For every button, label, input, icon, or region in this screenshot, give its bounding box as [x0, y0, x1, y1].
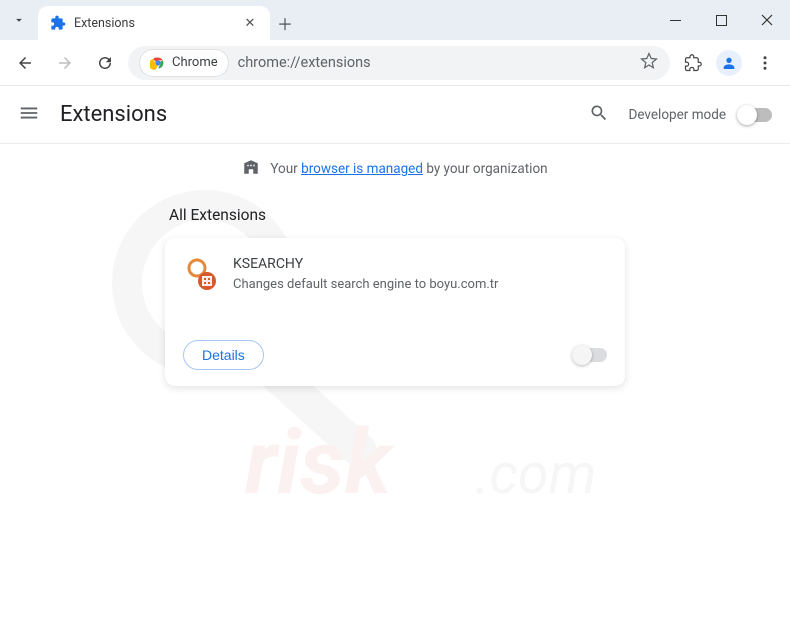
- address-bar[interactable]: Chrome chrome://extensions: [128, 46, 670, 80]
- close-tab-button[interactable]: ✕: [242, 16, 258, 31]
- search-extensions-button[interactable]: [589, 103, 609, 127]
- site-chip[interactable]: Chrome: [140, 50, 228, 76]
- minimize-button[interactable]: [652, 0, 698, 40]
- svg-text:risk: risk: [245, 410, 396, 515]
- browser-tab[interactable]: Extensions ✕: [38, 6, 270, 40]
- developer-mode-toggle[interactable]: [738, 108, 772, 122]
- developer-mode-label: Developer mode: [629, 107, 727, 123]
- profile-avatar-icon: [716, 50, 742, 76]
- extension-icon: [183, 256, 219, 292]
- title-bar: Extensions ✕ ＋: [0, 0, 790, 40]
- extension-enable-toggle[interactable]: [573, 348, 607, 362]
- tab-search-button[interactable]: [0, 0, 38, 40]
- building-icon: [242, 158, 260, 180]
- bookmark-star-icon[interactable]: [640, 52, 658, 74]
- site-chip-label: Chrome: [172, 55, 218, 70]
- browser-toolbar: Chrome chrome://extensions: [0, 40, 790, 86]
- back-button[interactable]: [8, 46, 42, 80]
- managed-text: Your browser is managed by your organiza…: [270, 161, 547, 177]
- svg-text:.com: .com: [475, 441, 596, 507]
- page-title: Extensions: [60, 102, 167, 127]
- details-button[interactable]: Details: [183, 340, 264, 370]
- page-header: Extensions Developer mode: [0, 86, 790, 144]
- extensions-menu-button[interactable]: [676, 46, 710, 80]
- extension-name: KSEARCHY: [233, 256, 498, 272]
- hamburger-menu-button[interactable]: [18, 102, 40, 128]
- tab-title: Extensions: [74, 16, 234, 31]
- page-content: Your browser is managed by your organiza…: [0, 144, 790, 386]
- browser-menu-button[interactable]: [748, 46, 782, 80]
- reload-button[interactable]: [88, 46, 122, 80]
- developer-mode-row: Developer mode: [629, 107, 773, 123]
- new-tab-button[interactable]: ＋: [270, 6, 300, 40]
- profile-button[interactable]: [712, 46, 746, 80]
- extension-description: Changes default search engine to boyu.co…: [233, 276, 498, 294]
- puzzle-icon: [50, 15, 66, 31]
- forward-button[interactable]: [48, 46, 82, 80]
- url-text: chrome://extensions: [238, 54, 630, 71]
- extension-card: KSEARCHY Changes default search engine t…: [165, 238, 625, 386]
- close-window-button[interactable]: [744, 0, 790, 40]
- maximize-button[interactable]: [698, 0, 744, 40]
- managed-link[interactable]: browser is managed: [301, 161, 423, 177]
- chrome-logo-icon: [150, 55, 166, 71]
- managed-banner: Your browser is managed by your organiza…: [0, 144, 790, 194]
- all-extensions-section: All Extensions KSEARCHY: [165, 206, 625, 386]
- section-title: All Extensions: [169, 206, 621, 224]
